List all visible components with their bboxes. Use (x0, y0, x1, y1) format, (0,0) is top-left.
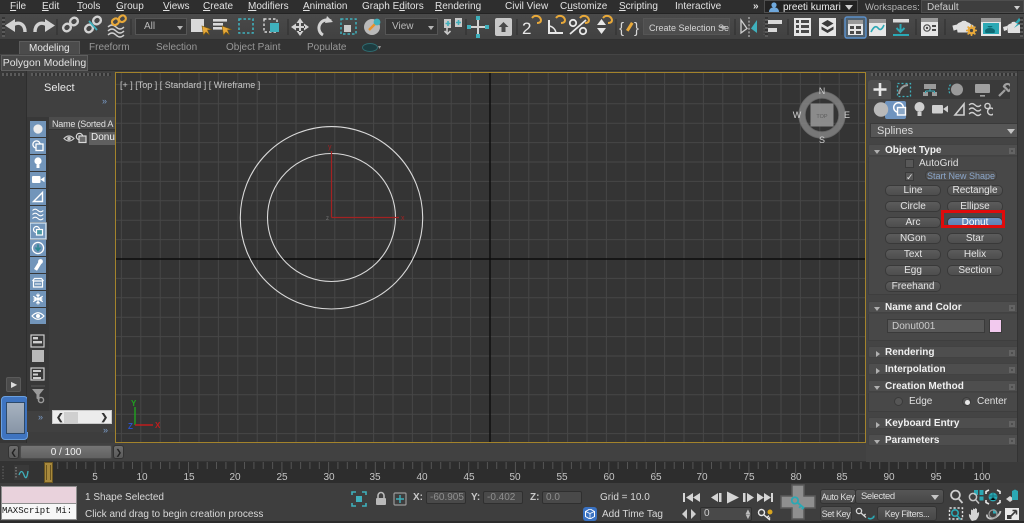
svg-text:40: 40 (416, 472, 428, 483)
svg-text:20: 20 (229, 472, 241, 483)
svg-text:100: 100 (974, 472, 991, 483)
svg-text:N: N (819, 86, 826, 96)
svg-text:z: z (326, 216, 329, 222)
svg-text:70: 70 (696, 472, 708, 483)
svg-text:80: 80 (790, 472, 802, 483)
svg-text:55: 55 (556, 472, 568, 483)
svg-text:15: 15 (183, 472, 195, 483)
svg-text:10: 10 (136, 472, 148, 483)
svg-text:Y: Y (131, 399, 137, 408)
svg-text:X: X (155, 421, 161, 430)
svg-text:}: } (634, 20, 639, 37)
svg-text:y: y (328, 144, 332, 151)
svg-text:Z: Z (128, 422, 133, 431)
svg-text:W: W (793, 110, 802, 120)
svg-text:[+ ] [Top ] [ Standard ] [ Wir: [+ ] [Top ] [ Standard ] [ Wireframe ] (120, 80, 260, 90)
svg-text:90: 90 (883, 472, 895, 483)
svg-text:75: 75 (743, 472, 755, 483)
svg-text:65: 65 (650, 472, 662, 483)
svg-text:2: 2 (522, 19, 531, 38)
svg-text:25: 25 (276, 472, 288, 483)
svg-text:E: E (844, 110, 850, 120)
svg-text:85: 85 (836, 472, 848, 483)
svg-text:60: 60 (603, 472, 615, 483)
svg-text:45: 45 (463, 472, 475, 483)
svg-text:S: S (819, 135, 825, 145)
svg-text:95: 95 (930, 472, 942, 483)
svg-text:{: { (619, 20, 624, 37)
svg-text:TOP: TOP (816, 114, 828, 120)
svg-text:x: x (401, 215, 405, 222)
svg-text:5: 5 (92, 472, 98, 483)
svg-text:50: 50 (509, 472, 521, 483)
svg-text:35: 35 (369, 472, 381, 483)
svg-text:30: 30 (323, 472, 335, 483)
